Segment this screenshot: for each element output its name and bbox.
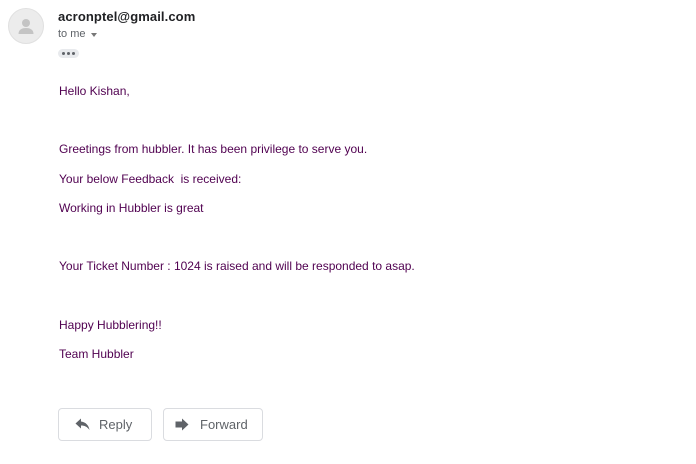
reply-button-label: Reply: [99, 417, 133, 432]
reply-button[interactable]: Reply: [58, 408, 152, 441]
forward-button[interactable]: Forward: [163, 408, 263, 441]
body-signature: Team Hubbler: [59, 347, 134, 361]
more-horizontal-icon-dot: [72, 52, 75, 55]
body-line: Working in Hubbler is great: [59, 201, 204, 215]
body-line: Happy Hubblering!!: [59, 318, 162, 332]
forward-arrow-icon: [175, 418, 189, 431]
reply-arrow-icon: [75, 418, 90, 431]
recipient-label: to me: [58, 28, 86, 40]
sender-avatar-person-icon: [8, 8, 44, 44]
more-horizontal-icon: [62, 52, 65, 55]
body-line: Greetings from hubbler. It has been priv…: [59, 142, 368, 156]
show-trimmed-content-button[interactable]: [58, 49, 79, 58]
recipient-details-toggle[interactable]: to me: [58, 28, 97, 40]
more-horizontal-icon-dot: [67, 52, 70, 55]
body-line: Your below Feedback is received:: [59, 172, 242, 186]
body-line: Your Ticket Number : 1024 is raised and …: [59, 259, 415, 273]
email-message-view: acronptel@gmail.com to me Hello Kishan, …: [0, 0, 696, 464]
forward-button-label: Forward: [200, 417, 248, 432]
caret-down-icon: [90, 33, 97, 37]
body-greeting: Hello Kishan,: [59, 84, 130, 98]
sender-email: acronptel@gmail.com: [58, 9, 196, 24]
